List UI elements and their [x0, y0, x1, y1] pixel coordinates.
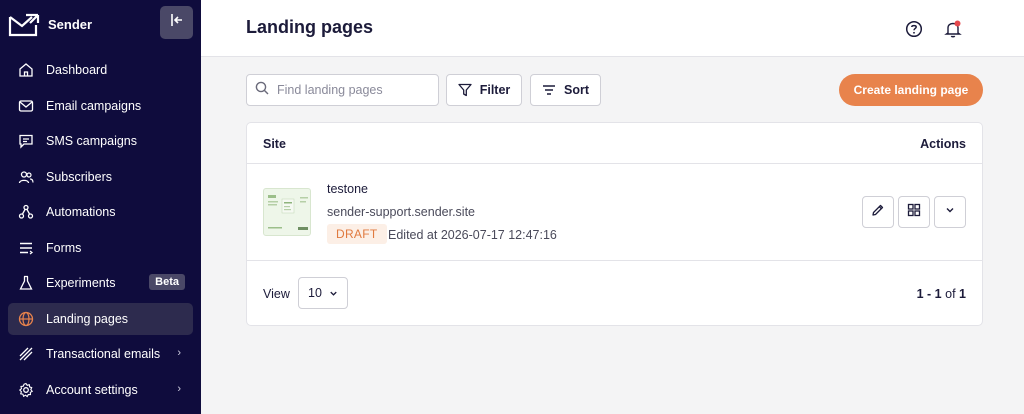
search-box[interactable] — [246, 74, 439, 106]
landing-pages-table: Site Actions testone sender-support.send… — [246, 122, 983, 326]
site-url[interactable]: sender-support.sender.site — [327, 205, 475, 219]
filter-button[interactable]: Filter — [446, 74, 522, 106]
status-badge: DRAFT — [327, 224, 387, 244]
sidebar-item-label: Dashboard — [46, 63, 108, 77]
search-input[interactable] — [277, 83, 427, 97]
sort-button[interactable]: Sort — [530, 74, 601, 106]
sender-logo-icon — [8, 11, 40, 37]
view-label: View — [263, 287, 290, 301]
sidebar-item-email-campaigns[interactable]: Email campaigns — [8, 90, 193, 122]
sidebar-item-transactional-emails[interactable]: Transactional emails › — [8, 338, 193, 370]
sidebar-item-sms-campaigns[interactable]: SMS campaigns — [8, 125, 193, 157]
sidebar-item-landing-pages[interactable]: Landing pages — [8, 302, 193, 335]
divider — [247, 260, 982, 261]
sidebar: Sender Dashboard Email campaigns SMS cam… — [0, 0, 201, 414]
filter-label: Filter — [479, 83, 511, 97]
sidebar-item-label: Landing pages — [46, 311, 129, 326]
sort-icon — [542, 83, 556, 97]
sidebar-item-account-settings[interactable]: Account settings › — [8, 374, 193, 406]
pencil-icon — [871, 203, 885, 222]
sort-label: Sort — [564, 83, 589, 97]
sidebar-item-label: Experiments — [46, 276, 116, 290]
edit-button[interactable] — [862, 196, 894, 228]
globe-icon — [16, 309, 36, 329]
collapse-sidebar-button[interactable] — [160, 6, 193, 39]
page-header: Landing pages — [201, 0, 1024, 57]
pagination-summary: 1 - 1 of 1 — [917, 287, 966, 301]
page-title: Landing pages — [246, 17, 374, 37]
column-header-actions: Actions — [920, 137, 966, 151]
flask-icon — [16, 273, 36, 293]
chat-icon — [16, 131, 36, 151]
sidebar-item-label: Account settings — [46, 382, 138, 397]
sidebar-item-automations[interactable]: Automations — [8, 196, 193, 228]
chevron-down-icon — [944, 203, 956, 221]
filter-icon — [458, 83, 472, 97]
sidebar-item-label: SMS campaigns — [46, 134, 138, 148]
pagination-of: of — [945, 287, 956, 301]
create-landing-page-button[interactable]: Create landing page — [839, 74, 983, 106]
beta-badge: Beta — [149, 274, 185, 290]
workflow-icon — [16, 202, 36, 222]
more-actions-button[interactable] — [934, 196, 966, 228]
home-icon — [16, 60, 36, 80]
page-size-select[interactable]: 10 — [298, 277, 348, 309]
users-icon — [16, 167, 36, 187]
site-name[interactable]: testone — [327, 182, 368, 196]
mail-icon — [16, 96, 36, 116]
page-size-value: 10 — [308, 286, 322, 300]
sidebar-item-label: Transactional emails — [46, 347, 161, 361]
chevron-right-icon: › — [177, 347, 181, 359]
sidebar-item-subscribers[interactable]: Subscribers — [8, 161, 193, 193]
sidebar-item-label: Automations — [46, 205, 116, 219]
notification-dot — [954, 20, 961, 27]
sidebar-item-label: Forms — [46, 240, 82, 255]
forms-icon — [16, 238, 36, 258]
chevron-down-icon — [328, 288, 339, 302]
column-header-site: Site — [263, 137, 286, 151]
sidebar-item-dashboard[interactable]: Dashboard — [8, 54, 193, 86]
gear-icon — [16, 380, 36, 400]
brand[interactable]: Sender — [8, 8, 92, 40]
edited-timestamp: Edited at 2026-07-17 12:47:16 — [388, 228, 557, 242]
notification-bell-icon[interactable] — [943, 19, 963, 39]
help-icon[interactable] — [905, 20, 923, 38]
sidebar-item-label: Subscribers — [46, 169, 112, 184]
search-icon — [255, 81, 269, 100]
sidebar-item-label: Email campaigns — [46, 98, 142, 113]
grid-icon — [907, 203, 921, 222]
divider — [247, 163, 982, 164]
sidebar-nav: Dashboard Email campaigns SMS campaigns … — [0, 54, 201, 409]
sidebar-item-experiments[interactable]: Experiments Beta — [8, 267, 193, 299]
landing-page-thumbnail[interactable] — [263, 188, 311, 236]
sidebar-item-forms[interactable]: Forms — [8, 232, 193, 264]
brand-name: Sender — [48, 16, 93, 32]
pagination-total: 1 — [959, 287, 966, 301]
pagination-range: 1 - 1 — [916, 287, 942, 301]
layout-button[interactable] — [898, 196, 930, 228]
collapse-left-icon — [170, 13, 184, 32]
chevron-right-icon: › — [177, 382, 181, 395]
bolt-icon — [16, 344, 36, 364]
